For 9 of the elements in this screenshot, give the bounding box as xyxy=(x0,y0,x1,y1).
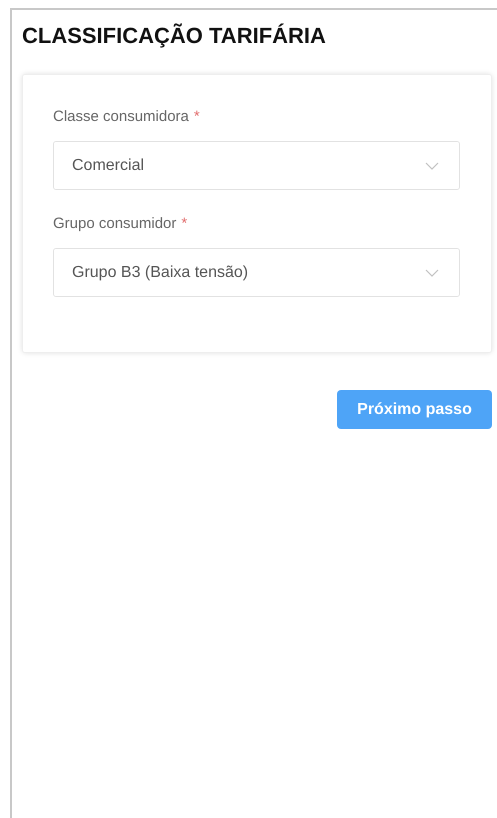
required-mark: * xyxy=(181,214,188,234)
select-field[interactable]: Grupo B3 (Baixa tensão) xyxy=(53,248,460,297)
select-field[interactable]: Comercial xyxy=(53,141,460,190)
chevron-down-icon xyxy=(425,162,439,170)
page-title: CLASSIFICAÇÃO TARIFÁRIA xyxy=(22,22,326,50)
required-mark: * xyxy=(194,106,200,127)
field-label: Grupo consumidor xyxy=(53,214,176,234)
chevron-down-icon xyxy=(425,268,439,276)
field-label: Classe consumidora xyxy=(53,106,189,127)
